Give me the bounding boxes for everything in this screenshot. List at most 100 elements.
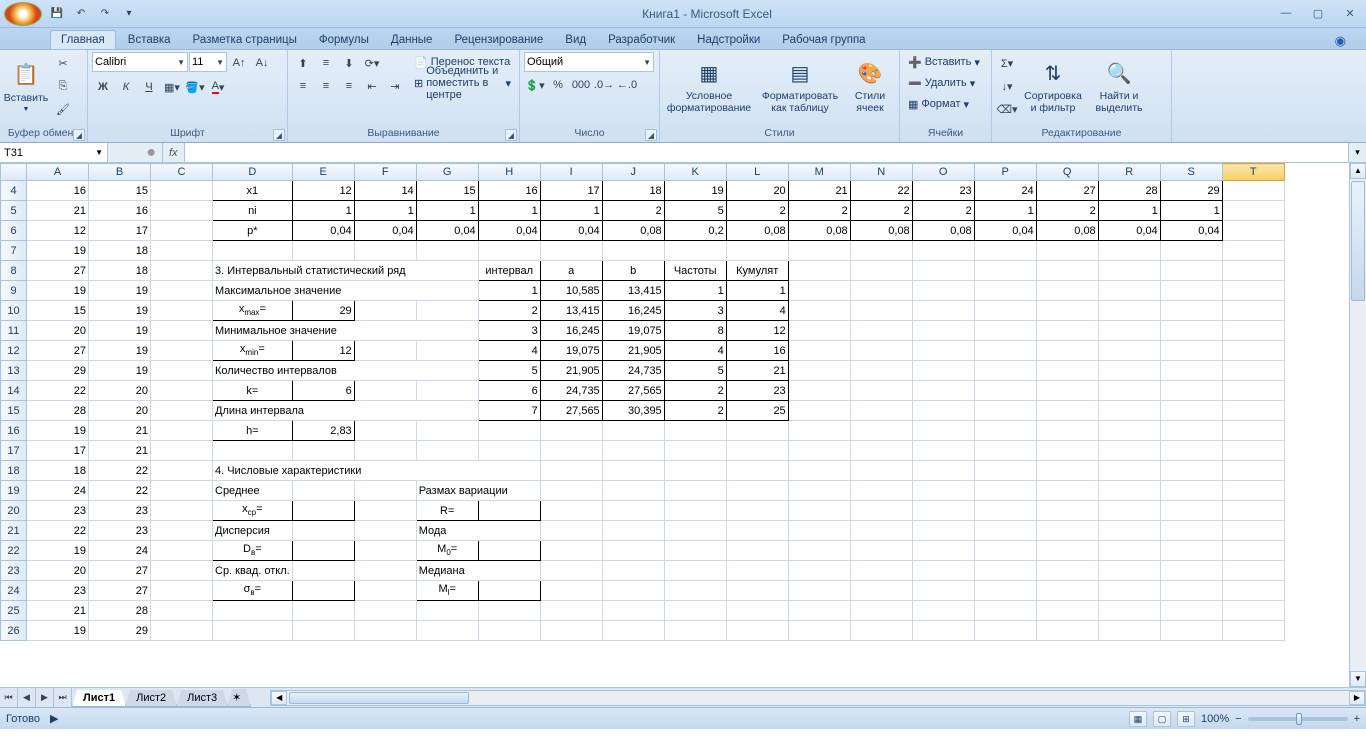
cell-K21[interactable] — [664, 521, 726, 541]
cell-I12[interactable]: 19,075 — [540, 341, 602, 361]
cell-S14[interactable] — [1160, 381, 1222, 401]
cell-Q22[interactable] — [1036, 541, 1098, 561]
cell-C25[interactable] — [151, 601, 213, 621]
cell-R26[interactable] — [1098, 621, 1160, 641]
cell-Q24[interactable] — [1036, 581, 1098, 601]
cell-H11[interactable]: 3 — [478, 321, 540, 341]
copy-icon[interactable]: ⎘ — [52, 75, 74, 97]
cell-D7[interactable] — [213, 241, 293, 261]
col-header-D[interactable]: D — [213, 164, 293, 181]
row-header-11[interactable]: 11 — [1, 321, 27, 341]
cell-K22[interactable] — [664, 541, 726, 561]
col-header-O[interactable]: O — [912, 164, 974, 181]
cell-L18[interactable] — [726, 461, 788, 481]
cell-A4[interactable]: 16 — [27, 181, 89, 201]
cell-O16[interactable] — [912, 421, 974, 441]
cell-J22[interactable] — [602, 541, 664, 561]
col-header-N[interactable]: N — [850, 164, 912, 181]
cell-S11[interactable] — [1160, 321, 1222, 341]
cell-M26[interactable] — [788, 621, 850, 641]
cell-Q11[interactable] — [1036, 321, 1098, 341]
cell-J24[interactable] — [602, 581, 664, 601]
col-header-J[interactable]: J — [602, 164, 664, 181]
font-name-combo[interactable]: Calibri▼ — [92, 52, 188, 72]
align-center-icon[interactable]: ≡ — [315, 75, 337, 97]
cell-C13[interactable] — [151, 361, 213, 381]
cell-J25[interactable] — [602, 601, 664, 621]
cell-D14[interactable]: k= — [213, 381, 293, 401]
cell-J23[interactable] — [602, 561, 664, 581]
tab-formulas[interactable]: Формулы — [309, 31, 379, 49]
cell-S19[interactable] — [1160, 481, 1222, 501]
cell-B22[interactable]: 24 — [89, 541, 151, 561]
cell-H4[interactable]: 16 — [478, 181, 540, 201]
cell-I19[interactable] — [540, 481, 602, 501]
cell-H5[interactable]: 1 — [478, 201, 540, 221]
cell-A11[interactable]: 20 — [27, 321, 89, 341]
row-header-23[interactable]: 23 — [1, 561, 27, 581]
autosum-icon[interactable]: Σ▾ — [996, 52, 1018, 74]
cell-B24[interactable]: 27 — [89, 581, 151, 601]
cell-N26[interactable] — [850, 621, 912, 641]
cell-L14[interactable]: 23 — [726, 381, 788, 401]
cell-B16[interactable]: 21 — [89, 421, 151, 441]
cell-M18[interactable] — [788, 461, 850, 481]
format-cells-button[interactable]: ▦ Формат ▾ — [904, 94, 984, 114]
col-header-F[interactable]: F — [354, 164, 416, 181]
cell-I8[interactable]: a — [540, 261, 602, 281]
cell-N21[interactable] — [850, 521, 912, 541]
cell-G7[interactable] — [416, 241, 478, 261]
decrease-indent-icon[interactable]: ⇤ — [361, 75, 383, 97]
cell-T18[interactable] — [1222, 461, 1284, 481]
cell-J6[interactable]: 0,08 — [602, 221, 664, 241]
cell-A17[interactable]: 17 — [27, 441, 89, 461]
cell-B11[interactable]: 19 — [89, 321, 151, 341]
cell-M7[interactable] — [788, 241, 850, 261]
cell-K19[interactable] — [664, 481, 726, 501]
row-header-12[interactable]: 12 — [1, 341, 27, 361]
cell-H8[interactable]: интервал — [478, 261, 540, 281]
col-header-K[interactable]: K — [664, 164, 726, 181]
cell-R11[interactable] — [1098, 321, 1160, 341]
cell-N7[interactable] — [850, 241, 912, 261]
cell-E26[interactable] — [292, 621, 354, 641]
cell-O11[interactable] — [912, 321, 974, 341]
comma-icon[interactable]: 000 — [570, 74, 592, 96]
cell-O4[interactable]: 23 — [912, 181, 974, 201]
cell-R4[interactable]: 28 — [1098, 181, 1160, 201]
cell-E21[interactable] — [292, 521, 354, 541]
hscroll-thumb[interactable] — [289, 692, 469, 704]
cell-I17[interactable] — [540, 441, 602, 461]
cell-L5[interactable]: 2 — [726, 201, 788, 221]
cell-B21[interactable]: 23 — [89, 521, 151, 541]
cell-C9[interactable] — [151, 281, 213, 301]
cell-A5[interactable]: 21 — [27, 201, 89, 221]
cell-I4[interactable]: 17 — [540, 181, 602, 201]
cell-M4[interactable]: 21 — [788, 181, 850, 201]
fx-cancel-icon[interactable]: ● — [146, 144, 156, 162]
format-painter-icon[interactable]: 🖌 — [52, 98, 74, 120]
row-header-13[interactable]: 13 — [1, 361, 27, 381]
cell-F4[interactable]: 14 — [354, 181, 416, 201]
cell-O7[interactable] — [912, 241, 974, 261]
cell-L23[interactable] — [726, 561, 788, 581]
cell-P13[interactable] — [974, 361, 1036, 381]
cell-S8[interactable] — [1160, 261, 1222, 281]
row-header-19[interactable]: 19 — [1, 481, 27, 501]
cell-G16[interactable] — [416, 421, 478, 441]
row-header-9[interactable]: 9 — [1, 281, 27, 301]
row-header-26[interactable]: 26 — [1, 621, 27, 641]
number-format-combo[interactable]: Общий▼ — [524, 52, 654, 72]
cell-R20[interactable] — [1098, 501, 1160, 521]
cell-P22[interactable] — [974, 541, 1036, 561]
cell-F10[interactable] — [354, 301, 416, 321]
vertical-scrollbar[interactable]: ▲ ▼ — [1349, 163, 1366, 687]
cell-S7[interactable] — [1160, 241, 1222, 261]
cell-F25[interactable] — [354, 601, 416, 621]
cell-D5[interactable]: ni — [213, 201, 293, 221]
cell-S12[interactable] — [1160, 341, 1222, 361]
cell-C17[interactable] — [151, 441, 213, 461]
zoom-slider[interactable] — [1248, 717, 1348, 721]
cell-I21[interactable] — [540, 521, 602, 541]
cell-J16[interactable] — [602, 421, 664, 441]
